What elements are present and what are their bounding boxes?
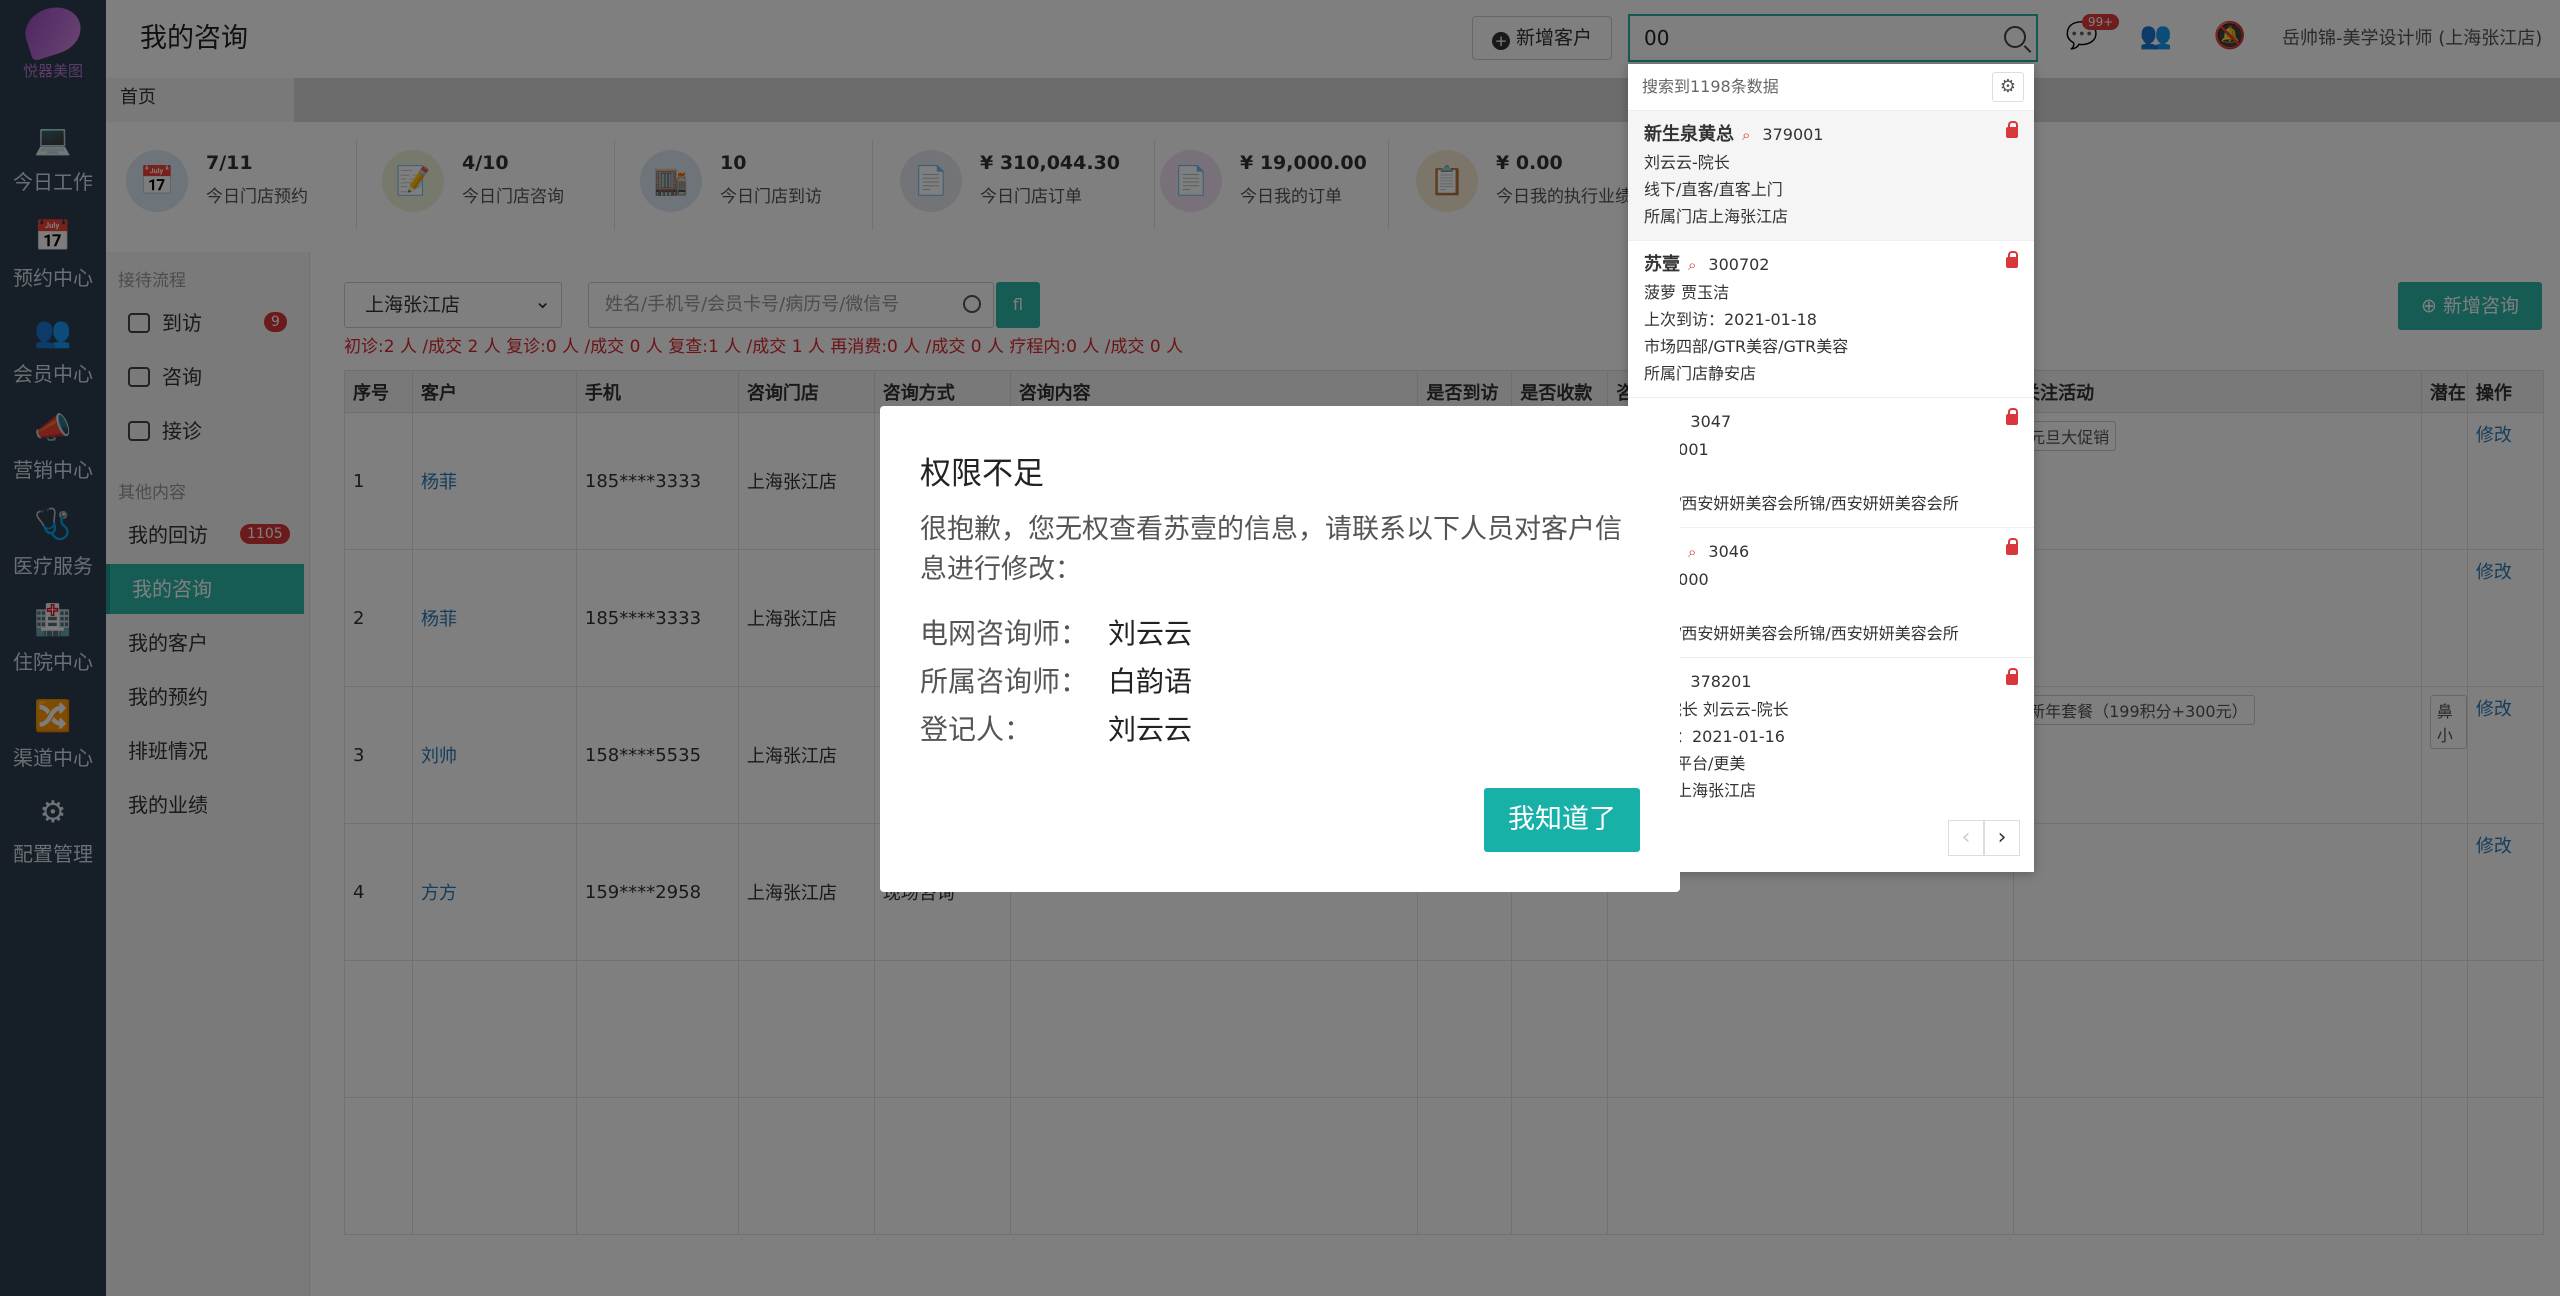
search-result-item[interactable]: 梵⌕3047 ***0001 亍 四部/西安妍妍美容会所锦/西安妍妍美容会所 bbox=[1628, 397, 2034, 527]
contact-value: 刘云云 bbox=[1108, 713, 1193, 746]
search-icon: ⌕ bbox=[1742, 126, 1751, 144]
dialog-message: 很抱歉，您无权查看苏壹的信息，请联系以下人员对客户信息进行修改： bbox=[920, 514, 1622, 585]
lock-icon bbox=[2006, 538, 2018, 555]
contact-row: 登记人： 刘云云 bbox=[920, 708, 1192, 748]
contact-row: 所属咨询师： 白韵语 bbox=[920, 660, 1192, 700]
search-result-item[interactable]: 美⌕378201 云-院长 刘云云-院长 到访：2021-01-16 流量平台/… bbox=[1628, 657, 2034, 814]
result-name: 新生泉黄总 bbox=[1644, 124, 1734, 145]
contact-row: 电网咨询师： 刘云云 bbox=[920, 612, 1192, 652]
contact-label: 登记人： bbox=[920, 713, 1033, 746]
lock-icon bbox=[2006, 668, 2018, 685]
result-number: 3047 bbox=[1690, 412, 1732, 431]
contact-label: 电网咨询师： bbox=[920, 617, 1089, 650]
result-line: 线下/直客/直客上门 bbox=[1644, 180, 1783, 199]
result-line: 到访：2021-01-16 bbox=[1644, 727, 1785, 746]
search-icon: ⌕ bbox=[1688, 256, 1697, 274]
dialog-title: 权限不足 bbox=[920, 456, 1044, 492]
contact-label: 所属咨询师： bbox=[920, 665, 1089, 698]
result-number: 378201 bbox=[1690, 672, 1752, 691]
search-result-item[interactable]: 苏壹 ⌕ 300702 菠萝 贾玉洁 上次到访：2021-01-18 市场四部/GT… bbox=[1628, 240, 2034, 397]
lock-icon bbox=[2006, 251, 2018, 268]
result-line: 四部/西安妍妍美容会所锦/西安妍妍美容会所 bbox=[1644, 624, 1959, 643]
result-line: 流量平台/更美 bbox=[1644, 754, 1746, 773]
prev-page-button[interactable]: ‹ bbox=[1948, 820, 1984, 856]
result-line: ***0001 bbox=[1644, 436, 2018, 463]
acknowledge-button[interactable]: 我知道了 bbox=[1484, 788, 1640, 852]
search-result-count: 搜索到1198条数据 bbox=[1642, 77, 1779, 96]
result-line: 云-院长 刘云云-院长 bbox=[1644, 700, 1789, 719]
permission-denied-dialog: 权限不足 很抱歉，您无权查看苏壹的信息，请联系以下人员对客户信息进行修改： 电网… bbox=[880, 406, 1680, 892]
search-results-header: 搜索到1198条数据 ⚙ bbox=[1628, 64, 2034, 110]
result-line: 亍 bbox=[1644, 463, 2018, 490]
result-name: 苏壹 bbox=[1644, 254, 1680, 275]
result-line: 上次到访：2021-01-18 bbox=[1644, 310, 1817, 329]
result-line: 四部/西安妍妍美容会所锦/西安妍妍美容会所 bbox=[1644, 494, 1959, 513]
result-number: 379001 bbox=[1762, 125, 1824, 144]
result-line: 市场四部/GTR美容/GTR美容 bbox=[1644, 337, 1849, 356]
search-result-item[interactable]: 梵恩⌕3046 ***0000 亍 四部/西安妍妍美容会所锦/西安妍妍美容会所 bbox=[1628, 527, 2034, 657]
result-line: 所属门店静安店 bbox=[1644, 364, 1757, 383]
search-result-item[interactable]: 新生泉黄总 ⌕ 379001 刘云云-院长 线下/直客/直客上门 所属门店上海张江店 bbox=[1628, 110, 2034, 240]
result-line: 门店上海张江店 bbox=[1644, 781, 1757, 800]
result-line: 菠萝 贾玉洁 bbox=[1644, 283, 1730, 302]
next-page-button[interactable]: › bbox=[1984, 820, 2020, 856]
contact-value: 刘云云 bbox=[1108, 617, 1193, 650]
result-line: 所属门店上海张江店 bbox=[1644, 207, 1789, 226]
result-line: ***0000 bbox=[1644, 566, 2018, 593]
lock-icon bbox=[2006, 121, 2018, 138]
contact-value: 白韵语 bbox=[1108, 665, 1193, 698]
gear-icon[interactable]: ⚙ bbox=[1992, 72, 2024, 102]
result-number: 300702 bbox=[1708, 255, 1770, 274]
pager: ‹ › bbox=[1948, 820, 2020, 856]
result-line: 亍 bbox=[1644, 593, 2018, 620]
result-line: 刘云云-院长 bbox=[1644, 153, 1730, 172]
result-number: 3046 bbox=[1708, 542, 1750, 561]
lock-icon bbox=[2006, 408, 2018, 425]
search-icon: ⌕ bbox=[1688, 543, 1697, 561]
search-results-dropdown: 搜索到1198条数据 ⚙ 新生泉黄总 ⌕ 379001 刘云云-院长 线下/直客/直… bbox=[1628, 64, 2034, 872]
